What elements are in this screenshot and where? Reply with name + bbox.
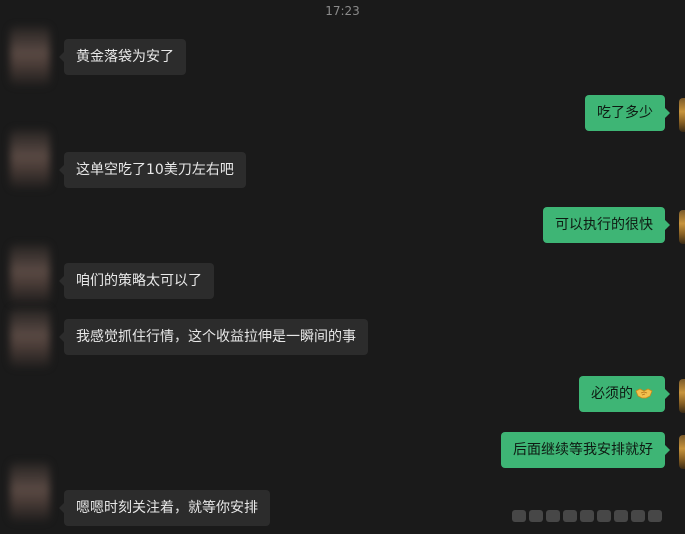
message-text: 必须的	[591, 386, 633, 402]
message-bubble-received[interactable]: 我感觉抓住行情，这个收益拉伸是一瞬间的事	[59, 319, 368, 355]
my-avatar[interactable]	[679, 98, 685, 132]
message-bubble-sent[interactable]: 必须的	[579, 376, 670, 412]
contact-avatar[interactable]	[10, 26, 50, 86]
handshake-icon	[635, 388, 653, 399]
message-bubble-received[interactable]: 咱们的策略太可以了	[59, 263, 214, 299]
chat-window: 17:23 黄金落袋为安了 吃了多少 这单空吃了10美刀左右吧 可以执行的很快 …	[0, 0, 685, 534]
contact-avatar[interactable]	[10, 244, 50, 304]
my-avatar[interactable]	[679, 210, 685, 244]
message-bubble-received[interactable]: 嗯嗯时刻关注着，就等你安排	[59, 490, 270, 526]
message-bubble-received[interactable]: 这单空吃了10美刀左右吧	[59, 152, 246, 188]
contact-avatar[interactable]	[10, 462, 50, 522]
watermark	[512, 507, 677, 523]
my-avatar[interactable]	[679, 435, 685, 469]
message-bubble-received[interactable]: 黄金落袋为安了	[59, 39, 186, 75]
contact-avatar[interactable]	[10, 129, 50, 189]
message-bubble-sent[interactable]: 吃了多少	[585, 95, 670, 131]
message-bubble-sent[interactable]: 可以执行的很快	[543, 207, 670, 243]
my-avatar[interactable]	[679, 379, 685, 413]
message-bubble-sent[interactable]: 后面继续等我安排就好	[501, 432, 670, 468]
contact-avatar[interactable]	[10, 308, 50, 368]
message-timestamp: 17:23	[325, 4, 360, 18]
